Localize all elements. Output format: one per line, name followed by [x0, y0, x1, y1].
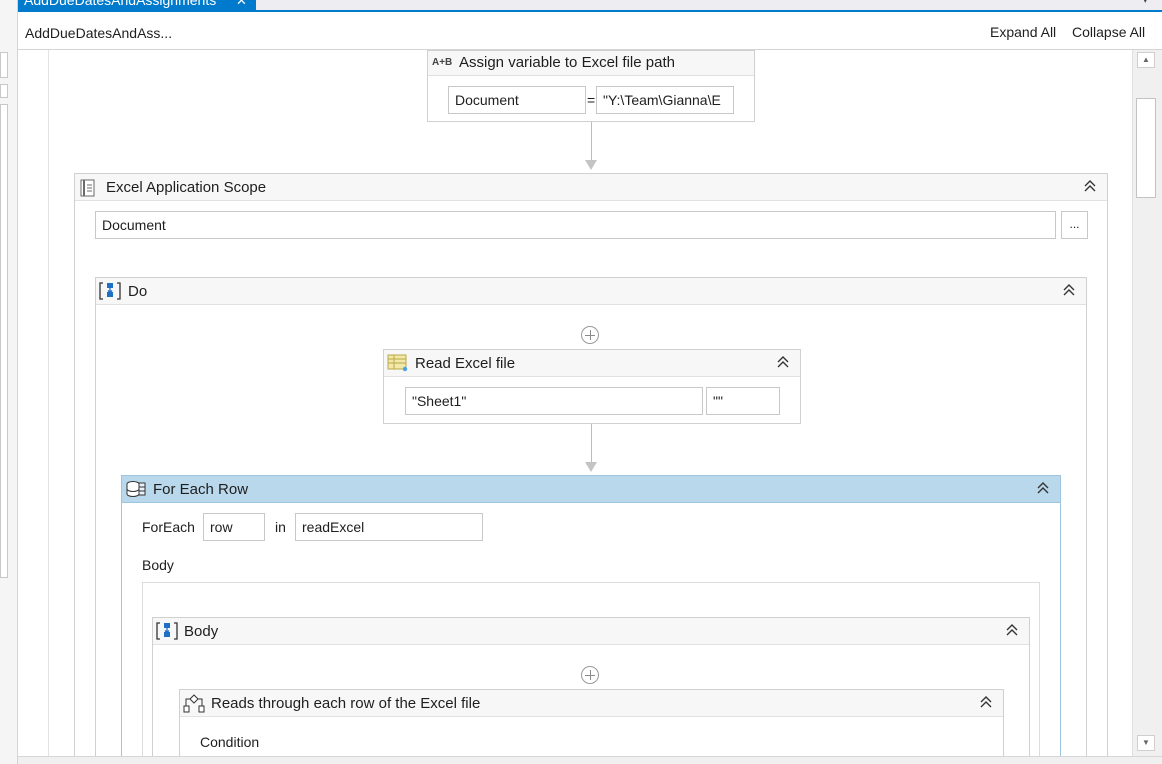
body-title: Body — [184, 623, 219, 640]
sequence-icon — [99, 281, 121, 304]
sheet-name-field[interactable]: "Sheet1" — [405, 387, 703, 415]
collapse-icon[interactable] — [776, 355, 790, 371]
tab-document[interactable]: AddDueDatesAndAssignments ✕ — [18, 0, 256, 12]
assign-title: Assign variable to Excel file path — [459, 54, 675, 71]
collapse-icon[interactable] — [1036, 481, 1050, 497]
add-activity-icon[interactable] — [581, 326, 599, 344]
scroll-down-button[interactable]: ▼ — [1137, 735, 1155, 751]
for-each-row-title: For Each Row — [153, 481, 249, 498]
collapse-icon[interactable] — [1005, 623, 1019, 639]
collapse-icon[interactable] — [1062, 283, 1076, 299]
collapse-icon[interactable] — [979, 695, 993, 711]
read-range-activity[interactable]: Read Excel file "Sheet1" "" — [383, 349, 801, 424]
vertical-scrollbar[interactable]: ▲ ▼ — [1132, 50, 1162, 756]
left-panel-edge — [0, 0, 18, 764]
in-label: in — [275, 519, 286, 535]
foreach-label: ForEach — [142, 519, 195, 535]
assign-value-field[interactable]: "Y:\Team\Gianna\E — [596, 86, 734, 114]
do-header: Do — [96, 278, 1086, 305]
designer-toolbar: AddDueDatesAndAss... Expand All Collapse… — [18, 13, 1162, 50]
body-header: Body — [153, 618, 1029, 645]
scrollbar-thumb[interactable] — [1136, 98, 1156, 198]
excel-scope-icon — [80, 179, 96, 200]
connector-line — [591, 424, 592, 462]
assign-activity[interactable]: A+B Assign variable to Excel file path D… — [427, 50, 755, 122]
foreach-item-field[interactable]: row — [203, 513, 265, 541]
collapse-all-button[interactable]: Collapse All — [1072, 24, 1145, 40]
excel-scope-activity[interactable]: Excel Application Scope Document ... Do … — [74, 173, 1108, 756]
body-container: Body Reads through each row of the Excel… — [142, 582, 1040, 756]
assign-to-field[interactable]: Document — [448, 86, 586, 114]
left-panel-scroll[interactable] — [0, 104, 8, 578]
left-panel-tab[interactable] — [0, 52, 8, 78]
read-range-header: Read Excel file — [384, 350, 800, 377]
canvas-guide-line — [48, 50, 49, 756]
foreach-collection-field[interactable]: readExcel — [295, 513, 483, 541]
collapse-icon[interactable] — [1083, 179, 1097, 195]
range-field[interactable]: "" — [706, 387, 780, 415]
add-activity-icon[interactable] — [581, 666, 599, 684]
breadcrumb[interactable]: AddDueDatesAndAss... — [25, 25, 172, 41]
body-label: Body — [142, 557, 174, 573]
excel-scope-title: Excel Application Scope — [106, 179, 267, 196]
designer-canvas: A+B Assign variable to Excel file path D… — [18, 50, 1132, 756]
if-header: Reads through each row of the Excel file — [180, 690, 1003, 717]
if-title: Reads through each row of the Excel file — [211, 695, 481, 712]
connector-arrow — [585, 462, 597, 472]
for-each-icon — [125, 480, 147, 501]
condition-label: Condition — [200, 734, 260, 750]
body-sequence[interactable]: Body Reads through each row of the Excel… — [152, 617, 1030, 756]
assign-header: A+B Assign variable to Excel file path — [428, 51, 754, 76]
sequence-icon — [156, 621, 178, 644]
left-panel-tab[interactable] — [0, 84, 8, 98]
do-title: Do — [128, 283, 148, 300]
for-each-row-header: For Each Row — [122, 476, 1060, 503]
excel-scope-header: Excel Application Scope — [75, 174, 1107, 201]
connector-arrow — [585, 160, 597, 170]
scroll-up-button[interactable]: ▲ — [1137, 52, 1155, 68]
browse-button[interactable]: ... — [1061, 211, 1088, 239]
connector-line — [591, 122, 592, 160]
for-each-row-activity[interactable]: For Each Row ForEach row in readExcel Bo… — [121, 475, 1061, 756]
do-sequence[interactable]: Do Read Excel file "Sheet1" "" For Each … — [95, 277, 1087, 756]
tab-strip: AddDueDatesAndAssignments ✕ ▾ — [18, 0, 1162, 12]
read-range-icon — [387, 354, 409, 375]
if-condition-icon — [183, 694, 205, 717]
close-icon[interactable]: ✕ — [236, 0, 247, 9]
assign-icon: A+B — [432, 57, 453, 68]
tab-label: AddDueDatesAndAssignments — [24, 0, 217, 8]
if-activity[interactable]: Reads through each row of the Excel file… — [179, 689, 1004, 756]
equals-sign: = — [587, 92, 596, 108]
horizontal-scrollbar[interactable] — [18, 756, 1162, 764]
expand-all-button[interactable]: Expand All — [990, 24, 1056, 40]
workbook-path-field[interactable]: Document — [95, 211, 1056, 239]
read-range-title: Read Excel file — [415, 355, 516, 372]
chevron-down-icon[interactable]: ▾ — [1142, 0, 1148, 6]
